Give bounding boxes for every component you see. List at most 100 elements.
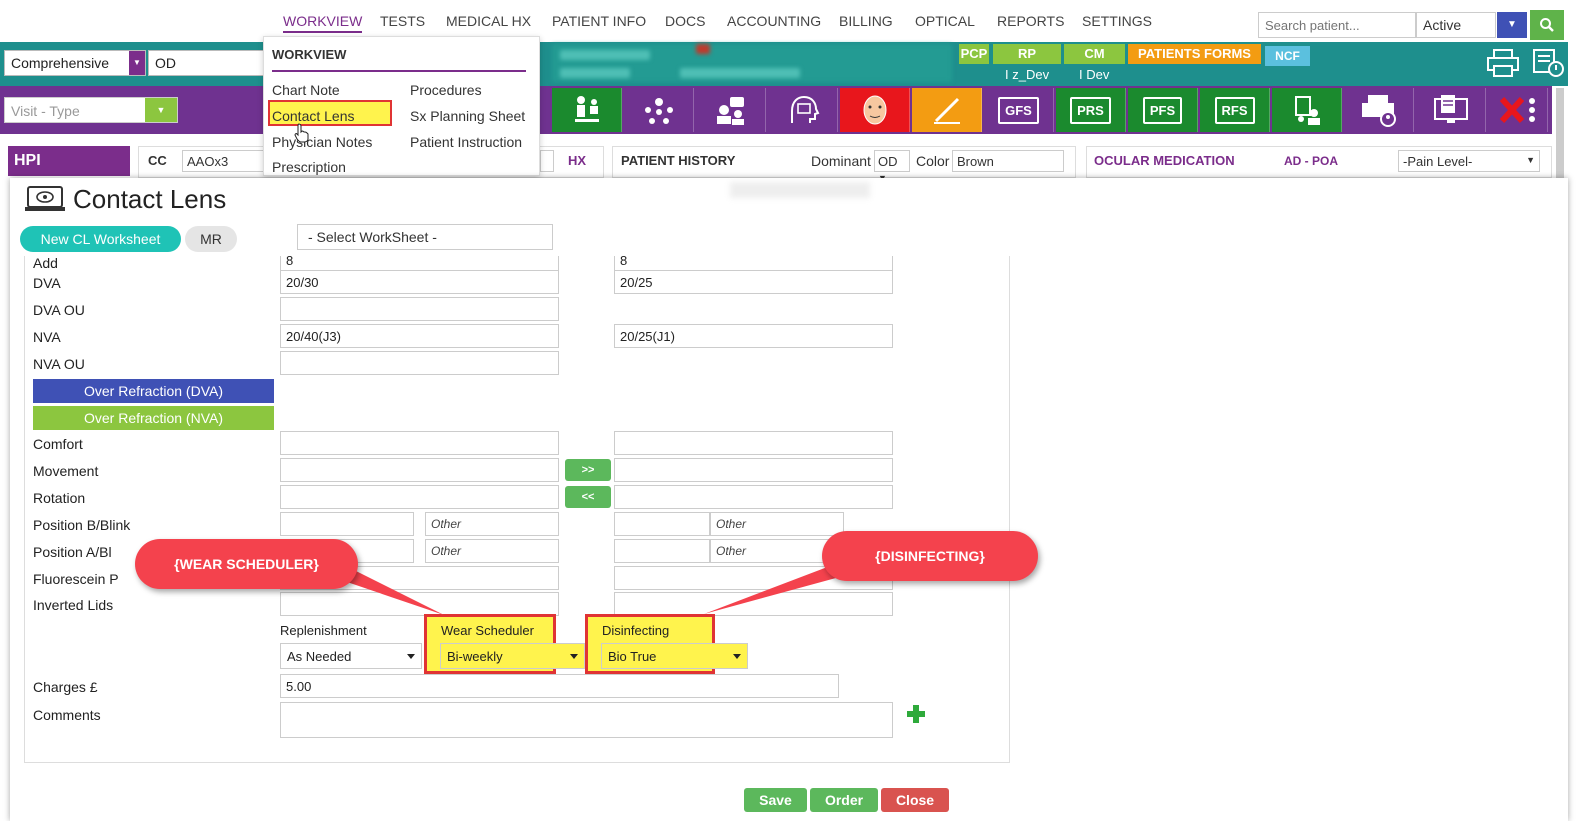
add-plus-icon[interactable] xyxy=(906,704,926,724)
hand-cursor-icon xyxy=(294,123,309,143)
prs-button[interactable]: PRS xyxy=(1056,88,1126,132)
menu-item-contact-lens[interactable]: Contact Lens xyxy=(272,108,355,124)
os-inverted-lids-input[interactable] xyxy=(614,592,893,616)
printer-icon[interactable] xyxy=(1486,48,1520,78)
nav-patient-info[interactable]: PATIENT INFO xyxy=(552,13,646,29)
document-alert-icon[interactable] xyxy=(1532,48,1564,78)
comments-label: Comments xyxy=(33,707,101,723)
rp-value: I z_Dev xyxy=(1005,67,1050,82)
print-patient-button[interactable] xyxy=(1344,88,1414,132)
status-select[interactable]: Active xyxy=(1416,12,1496,38)
blurred-text xyxy=(560,50,650,60)
od-position-blink-input[interactable] xyxy=(280,512,414,536)
save-button[interactable]: Save xyxy=(744,788,807,812)
menu-item-prescription[interactable]: Prescription xyxy=(272,159,346,175)
nav-optical[interactable]: OPTICAL xyxy=(915,13,975,29)
caret-down-icon xyxy=(733,654,741,659)
od-movement-input[interactable] xyxy=(280,458,559,482)
os-nva-input[interactable]: 20/25(J1) xyxy=(614,324,893,348)
od-dva-input[interactable]: 20/30 xyxy=(280,270,559,294)
rfs-button[interactable]: RFS xyxy=(1200,88,1270,132)
wear-scheduler-callout: {WEAR SCHEDULER} xyxy=(135,539,358,589)
modal-title: Contact Lens xyxy=(73,184,227,214)
clipboard-doctor-button[interactable] xyxy=(1272,88,1342,132)
os-movement-input[interactable] xyxy=(614,458,893,482)
worksheet-select[interactable]: - Select WorkSheet - xyxy=(297,224,553,250)
wear-scheduler-select[interactable]: Bi-weekly xyxy=(440,643,585,669)
visit-type-select[interactable]: Visit - Type ▼ xyxy=(4,97,178,123)
od-position-after-other[interactable]: Other xyxy=(425,539,559,563)
nav-billing[interactable]: BILLING xyxy=(839,13,893,29)
over-refraction-dva-button[interactable]: Over Refraction (DVA) xyxy=(33,379,274,403)
color-input[interactable]: Brown xyxy=(952,150,1064,172)
os-position-blink-input[interactable] xyxy=(614,512,710,536)
os-position-blink-other[interactable]: Other xyxy=(710,512,844,536)
copy-right-button[interactable]: >> xyxy=(565,459,611,481)
patient-search-input[interactable] xyxy=(1258,12,1416,38)
menu-item-procedures[interactable]: Procedures xyxy=(410,82,482,98)
chevron-down-icon[interactable]: ▼ xyxy=(1497,12,1527,38)
cc-input[interactable]: AAOx3 xyxy=(182,150,264,172)
od-inverted-lids-input[interactable] xyxy=(280,592,559,616)
os-dva-input[interactable]: 20/25 xyxy=(614,270,893,294)
od-comfort-input[interactable] xyxy=(280,431,559,455)
comments-textarea[interactable] xyxy=(280,702,893,738)
ad-poa-label[interactable]: AD - POA xyxy=(1284,154,1338,168)
disinfecting-select[interactable]: Bio True xyxy=(601,643,748,669)
consult-tool-button[interactable] xyxy=(696,88,766,132)
mr-button[interactable]: MR xyxy=(185,226,237,252)
contact-lens-form: Add 8 8 DVA 20/30 20/25 DVA OU NVA 20/40… xyxy=(24,256,1010,763)
chevron-down-icon: ▼ xyxy=(145,98,177,122)
dva-ou-input[interactable] xyxy=(280,297,559,321)
od-nva-input[interactable]: 20/40(J3) xyxy=(280,324,559,348)
order-button[interactable]: Order xyxy=(810,788,878,812)
pain-level-select[interactable]: -Pain Level- ▼ xyxy=(1398,150,1540,172)
scrollbar[interactable] xyxy=(1556,88,1564,178)
scalpel-tool-button[interactable] xyxy=(912,88,982,132)
exam-type-select[interactable]: Comprehensive ▼ xyxy=(4,50,146,76)
nav-medical-hx[interactable]: MEDICAL HX xyxy=(446,13,531,29)
charges-input[interactable]: 5.00 xyxy=(280,674,839,698)
cm-tag[interactable]: CM xyxy=(1064,44,1125,64)
nav-accounting[interactable]: ACCOUNTING xyxy=(727,13,821,29)
exam-tool-button[interactable] xyxy=(552,88,622,132)
gfs-button[interactable]: GFS xyxy=(984,88,1054,132)
close-button[interactable]: Close xyxy=(881,788,949,812)
os-rotation-input[interactable] xyxy=(614,485,893,509)
pcp-tag[interactable]: PCP xyxy=(959,44,989,64)
ncf-button[interactable]: NCF xyxy=(1265,46,1310,66)
nav-tests[interactable]: TESTS xyxy=(380,13,425,29)
nav-reports[interactable]: REPORTS xyxy=(997,13,1064,29)
nav-docs[interactable]: DOCS xyxy=(665,13,705,29)
od-rotation-input[interactable] xyxy=(280,485,559,509)
hx-label[interactable]: HX xyxy=(568,153,586,168)
face-tool-button[interactable] xyxy=(840,88,910,132)
dominant-select[interactable]: OD ▼ xyxy=(874,150,910,183)
head-book-icon xyxy=(790,95,819,123)
copy-left-button[interactable]: << xyxy=(565,486,611,508)
replenishment-select[interactable]: As Needed xyxy=(280,643,422,669)
rp-tag[interactable]: RP xyxy=(993,44,1061,64)
nav-settings[interactable]: SETTINGS xyxy=(1082,13,1152,29)
od-position-blink-other[interactable]: Other xyxy=(425,512,559,536)
eye-select[interactable]: OD xyxy=(148,50,266,76)
patients-forms-button[interactable]: PATIENTS FORMS xyxy=(1128,44,1261,64)
menu-item-physician-notes[interactable]: Physician Notes xyxy=(272,134,372,150)
monitor-document-button[interactable] xyxy=(1416,88,1486,132)
os-position-after-input[interactable] xyxy=(614,539,710,563)
chevron-down-icon: ▼ xyxy=(1526,155,1535,165)
pfs-button[interactable]: PFS xyxy=(1128,88,1198,132)
over-refraction-nva-button[interactable]: Over Refraction (NVA) xyxy=(33,406,274,430)
menu-item-sx-planning[interactable]: Sx Planning Sheet xyxy=(410,108,525,124)
head-book-tool-button[interactable] xyxy=(768,88,838,132)
network-tool-button[interactable] xyxy=(624,88,694,132)
os-comfort-input[interactable] xyxy=(614,431,893,455)
menu-item-chart-note[interactable]: Chart Note xyxy=(272,82,340,98)
nva-ou-input[interactable] xyxy=(280,351,559,375)
nav-workview[interactable]: WORKVIEW xyxy=(283,13,363,33)
search-button[interactable] xyxy=(1530,10,1564,40)
hpi-tab[interactable]: HPI xyxy=(8,146,130,176)
new-cl-worksheet-button[interactable]: New CL Worksheet xyxy=(20,226,181,252)
menu-item-patient-instruction[interactable]: Patient Instruction xyxy=(410,134,522,150)
close-menu-button[interactable] xyxy=(1488,88,1548,132)
